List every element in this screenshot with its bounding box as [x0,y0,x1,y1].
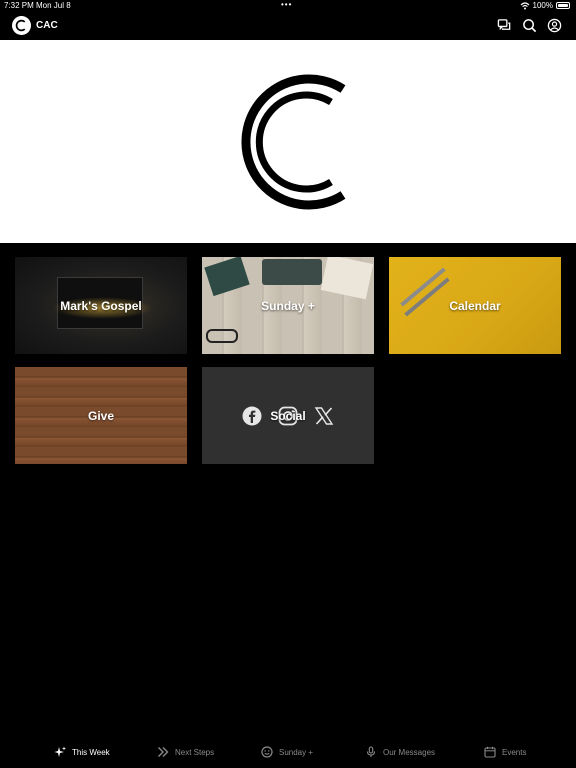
tile-label: Calendar [449,298,501,313]
status-right: 100% [520,1,570,10]
tab-our-messages[interactable]: Our Messages [365,746,435,758]
tile-marks-gospel[interactable]: Mark's Gospel [15,257,187,354]
app-logo[interactable] [12,16,31,35]
typewriter-decoration [262,259,322,285]
tile-give[interactable]: Give [15,367,187,464]
chat-icon[interactable] [497,18,512,33]
battery-icon [556,2,570,9]
account-icon[interactable] [547,18,562,33]
tab-label: Events [502,747,527,757]
status-time: 7:32 PM [4,1,34,10]
sparkle-icon [54,746,66,757]
wifi-icon [520,1,529,9]
tile-calendar[interactable]: Calendar [389,257,561,354]
x-icon[interactable] [314,406,334,426]
search-icon[interactable] [522,18,537,33]
glasses-decoration [206,329,238,343]
microphone-icon [366,746,376,757]
tile-sunday-plus[interactable]: Sunday + [202,257,374,354]
tile-label: Give [87,408,114,423]
tile-label: Social [270,408,306,423]
c-logo-icon [15,19,26,32]
app-title: CAC [36,20,58,31]
hero-banner [0,40,576,243]
tab-label: This Week [72,747,110,757]
tab-bar: This Week Next Steps Sunday + Our Messag… [0,738,576,768]
tile-label: Mark's Gospel [60,298,142,313]
chevrons-right-icon [158,747,169,757]
smile-icon [261,746,273,758]
tab-events[interactable]: Events [484,746,526,758]
tile-social[interactable]: Social [202,367,374,464]
battery-percent: 100% [532,1,553,10]
tab-next-steps[interactable]: Next Steps [157,746,214,758]
status-bar: 7:32 PM Mon Jul 8 ••• 100% [0,0,576,12]
status-date: Mon Jul 8 [36,1,71,10]
tab-sunday-plus[interactable]: Sunday + [261,746,313,758]
tab-this-week[interactable]: This Week [54,746,110,758]
tab-label: Next Steps [175,747,215,757]
top-nav: CAC [0,12,576,40]
church-logo-icon [241,74,346,209]
tile-label: Sunday + [261,298,315,313]
tab-label: Sunday + [279,747,314,757]
multitasking-dots[interactable]: ••• [281,0,292,9]
tab-label: Our Messages [383,747,436,757]
facebook-icon[interactable] [242,406,262,426]
calendar-icon [484,746,496,758]
